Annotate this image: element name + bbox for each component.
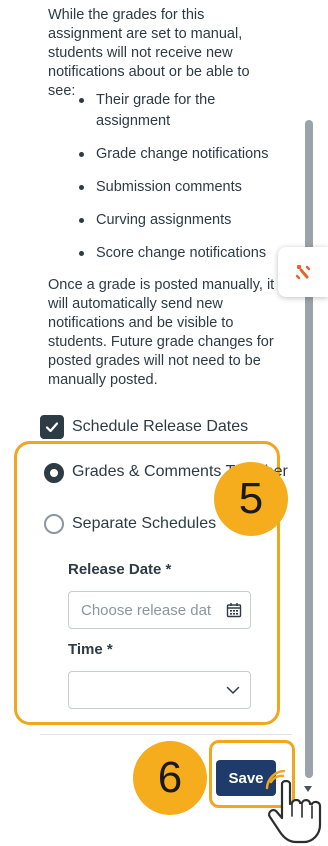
list-item: Score change notifications — [78, 243, 278, 264]
check-icon — [45, 422, 59, 433]
schedule-release-dates-option[interactable]: Schedule Release Dates — [40, 414, 248, 440]
time-select[interactable] — [68, 671, 251, 709]
calendar-icon[interactable] — [226, 602, 242, 618]
posting-explanation: Once a grade is posted manually, it will… — [48, 277, 275, 388]
post-grades-panel: While the grades for this assignment are… — [0, 0, 300, 846]
footer-divider — [40, 734, 292, 735]
time-label: Time * — [68, 641, 113, 658]
radio-separate-schedules[interactable]: Separate Schedules — [44, 514, 216, 534]
radio-button[interactable] — [44, 514, 64, 534]
list-item: Grade change notifications — [78, 144, 278, 165]
radio-label: Separate Schedules — [72, 515, 217, 532]
manual-posting-description: While the grades for this assignment are… — [48, 7, 250, 99]
assistant-widget[interactable] — [278, 247, 328, 297]
release-date-input[interactable] — [81, 601, 211, 619]
step-6-badge: 6 — [133, 741, 207, 815]
assistant-icon — [295, 265, 311, 280]
step-5-badge: 5 — [214, 462, 288, 536]
radio-button-selected[interactable] — [44, 463, 64, 483]
scrollbar-thumb[interactable] — [305, 120, 313, 778]
chevron-down-icon — [226, 686, 240, 694]
list-item: Curving assignments — [78, 210, 278, 231]
schedule-release-checkbox[interactable] — [40, 415, 64, 439]
release-date-label: Release Date * — [68, 561, 172, 578]
list-item: Their grade for the assignment — [78, 90, 278, 132]
list-item: Submission comments — [78, 177, 278, 198]
hidden-items-list: Their grade for the assignment Grade cha… — [78, 90, 278, 276]
release-date-field[interactable] — [68, 591, 251, 629]
hand-pointer-icon — [265, 770, 322, 844]
schedule-release-label: Schedule Release Dates — [72, 418, 249, 435]
